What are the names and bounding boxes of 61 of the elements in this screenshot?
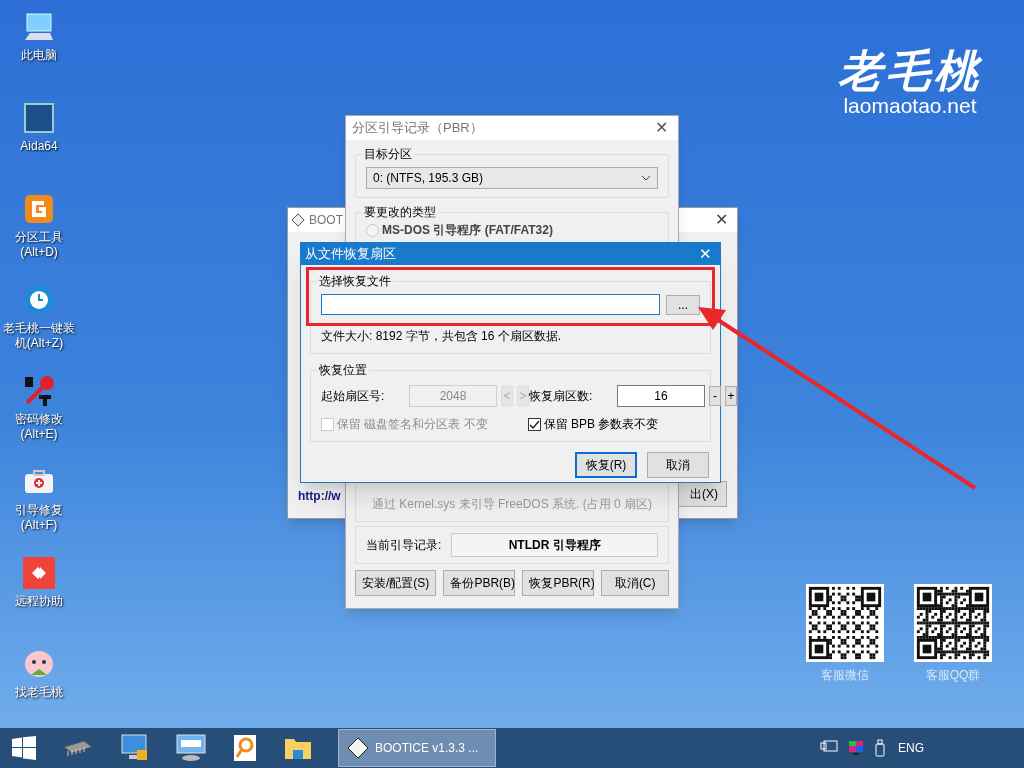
desktop-icon-label[interactable]: 密码修改 (Alt+E) xyxy=(1,412,77,442)
desktop-icon-label[interactable]: 老毛桃一键装机(Alt+Z) xyxy=(1,321,77,351)
radio-label: MS-DOS 引导程序 (FAT/FAT32) xyxy=(382,222,553,239)
checkbox-label: 保留 磁盘签名和分区表 不变 xyxy=(337,416,488,433)
qr-caption: 客服QQ群 xyxy=(925,667,981,684)
field-label: 当前引导记录: xyxy=(366,537,442,554)
checkbox-label: 保留 BPB 参数表不变 xyxy=(543,416,659,433)
dialog-button[interactable]: 恢复(R) xyxy=(575,452,637,478)
language-indicator[interactable]: ENG xyxy=(898,739,924,757)
desktop-icon-label[interactable]: 此电脑 xyxy=(1,48,77,63)
logo-url: laomaotao.net xyxy=(843,94,977,118)
remote-assist-icon xyxy=(23,557,55,589)
window-title: BOOT xyxy=(309,212,343,229)
folder-icon[interactable] xyxy=(284,736,312,760)
number-field[interactable]: 16 xyxy=(617,385,705,407)
group-label: 目标分区 xyxy=(362,146,414,162)
radio-button[interactable] xyxy=(366,223,379,237)
usb-drive-icon[interactable] xyxy=(874,739,888,757)
chevron-down-icon xyxy=(641,175,651,181)
dialog-button[interactable]: 取消(C) xyxy=(601,570,669,596)
clock-circle-icon xyxy=(24,285,54,315)
search-icon[interactable] xyxy=(233,734,257,762)
step-button[interactable]: + xyxy=(725,386,737,406)
dialog-button[interactable]: 恢复PBR(R) xyxy=(522,570,595,596)
qr-caption: 客服微信 xyxy=(821,667,869,684)
dialog-button[interactable]: 安装/配置(S) xyxy=(355,570,437,596)
step-button[interactable]: - xyxy=(709,386,721,406)
group-label: 要更改的类型 xyxy=(362,204,438,220)
dialog-button[interactable]: 取消 xyxy=(647,452,709,478)
chip-icon[interactable] xyxy=(62,739,94,757)
group-label: 恢复位置 xyxy=(317,362,369,378)
peach-mascot-icon xyxy=(23,649,55,679)
desktop-icon-label[interactable]: 分区工具 (Alt+D) xyxy=(1,230,77,260)
close-button[interactable]: ✕ xyxy=(699,242,712,266)
monitor-lock-icon[interactable] xyxy=(121,734,149,762)
field-label: 恢复扇区数: xyxy=(529,388,594,405)
checkbox[interactable] xyxy=(527,417,541,431)
partition-tool-icon xyxy=(24,194,54,224)
close-button[interactable]: ✕ xyxy=(655,116,668,140)
windows-start-icon[interactable] xyxy=(12,736,36,760)
file-size-info: 文件大小: 8192 字节，共包含 16 个扇区数据. xyxy=(321,328,563,345)
color-monitor-icon[interactable] xyxy=(848,740,864,756)
browse-button[interactable]: ... xyxy=(666,294,700,315)
medical-kit-icon xyxy=(24,470,54,494)
desktop-icon-label[interactable]: Aida64 xyxy=(1,139,77,154)
partition-dropdown[interactable]: 0: (NTFS, 195.3 GB) xyxy=(366,167,658,189)
window-title: 分区引导记录（PBR） xyxy=(352,119,483,138)
logo-script: 老毛桃 xyxy=(838,48,982,94)
group-label: 选择恢复文件 xyxy=(317,273,393,289)
key-icon xyxy=(23,375,55,407)
website-link[interactable]: http://w xyxy=(298,487,341,505)
option-description: 通过 Kernel.sys 来引导 FreeDOS 系统. (占用 0 扇区) xyxy=(370,496,653,513)
dialog-button[interactable]: 备份PBR(B) xyxy=(443,570,516,596)
keyboard-monitor-icon[interactable] xyxy=(176,734,206,762)
current-record-field: NTLDR 引导程序 xyxy=(451,533,658,557)
field-label: 起始扇区号: xyxy=(321,388,386,405)
dialog-title: 从文件恢复扇区 xyxy=(305,245,396,264)
close-button[interactable]: ✕ xyxy=(715,208,728,232)
aida-icon xyxy=(24,103,54,133)
file-path-field[interactable] xyxy=(321,294,660,315)
computer-icon xyxy=(24,13,54,41)
